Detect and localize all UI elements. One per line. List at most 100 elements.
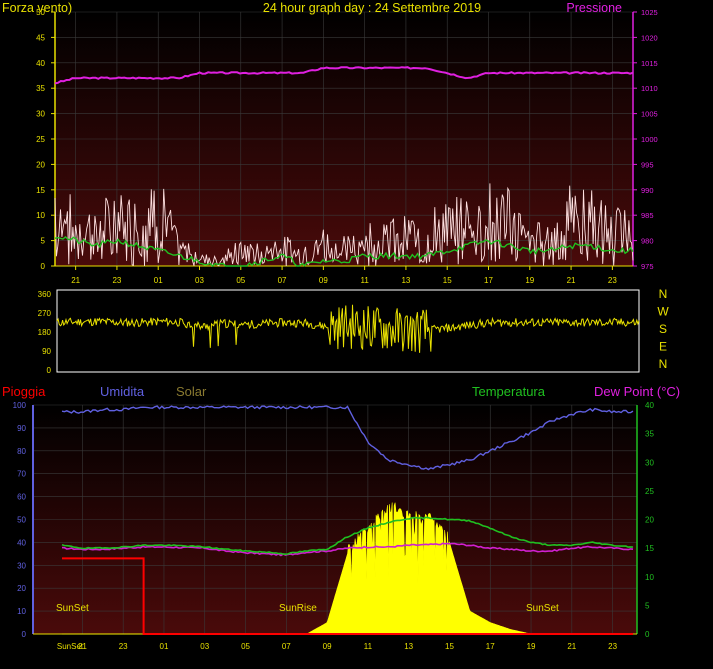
- weather-graph: 50454035302520151050 1025102010151010100…: [2, 1, 680, 651]
- solar-label: Solar: [176, 384, 207, 399]
- temperature-label: Temperatura: [472, 384, 546, 399]
- bottom-time-tick-label: 23: [119, 642, 128, 651]
- temperature-tick-label: 10: [645, 573, 654, 582]
- top-time-tick-label: 19: [525, 276, 534, 285]
- top-time-tick-label: 03: [195, 276, 204, 285]
- bottom-time-tick-label: 05: [241, 642, 250, 651]
- humidity-tick-label: 70: [17, 470, 26, 479]
- graph-title: 24 hour graph day : 24 Settembre 2019: [263, 1, 481, 15]
- humidity-tick-label: 80: [17, 447, 26, 456]
- humidity-tick-label: 30: [17, 561, 26, 570]
- temp-humidity-panel: 1009080706050403020100 4035302520151050 …: [2, 384, 680, 651]
- pressure-tick-label: 1000: [641, 135, 658, 144]
- top-time-tick-label: 05: [236, 276, 245, 285]
- rain-label: Pioggia: [2, 384, 46, 399]
- top-time-ticks: 21 23 01 03 05 07 09 11 13 15 17 19 21 23: [71, 266, 617, 285]
- pressure-tick-label: 980: [641, 237, 654, 246]
- pressure-tick-label: 1020: [641, 33, 658, 42]
- humidity-tick-label: 50: [17, 516, 26, 525]
- temperature-tick-label: 25: [645, 487, 654, 496]
- sunrise-annotation: SunRise: [279, 603, 317, 614]
- pressure-ticks: 1025 1020 1015 1010 1005 1000 995 990 985 980 975: [633, 8, 658, 271]
- top-time-tick-label: 15: [443, 276, 452, 285]
- humidity-ticks: 1009080706050403020100: [13, 401, 27, 639]
- top-time-tick-label: 17: [484, 276, 493, 285]
- bottom-time-tick-label: 23: [608, 642, 617, 651]
- bottom-time-tick-label: 19: [527, 642, 536, 651]
- direction-ticks: 360 270 180 90 0: [38, 290, 52, 375]
- compass-labels: NWSEN: [657, 287, 669, 371]
- bottom-time-tick-label: 15: [445, 642, 454, 651]
- humidity-tick-label: 0: [22, 630, 27, 639]
- compass-letter: N: [659, 287, 668, 301]
- pressure-tick-label: 985: [641, 211, 654, 220]
- wind-tick-label: 15: [36, 186, 45, 195]
- top-time-tick-label: 07: [278, 276, 287, 285]
- wind-direction-plot-area: [56, 289, 640, 373]
- pressure-tick-label: 1025: [641, 8, 658, 17]
- bottom-time-tick-label: 17: [486, 642, 495, 651]
- humidity-label: Umidita: [100, 384, 145, 399]
- compass-letter: S: [659, 322, 667, 336]
- wind-tick-label: 5: [41, 237, 46, 246]
- top-time-tick-label: 09: [319, 276, 328, 285]
- humidity-tick-label: 100: [13, 401, 27, 410]
- pressure-tick-label: 1015: [641, 59, 658, 68]
- bottom-time-tick-label: 09: [323, 642, 332, 651]
- sunset-annotation-2: SunSet: [526, 603, 559, 614]
- bottom-time-tick-label: 03: [200, 642, 209, 651]
- direction-tick-label: 90: [42, 347, 51, 356]
- top-time-tick-label: 23: [112, 276, 121, 285]
- temperature-tick-label: 5: [645, 601, 650, 610]
- wind-tick-label: 25: [36, 135, 45, 144]
- pressure-tick-label: 1010: [641, 84, 658, 93]
- direction-tick-label: 180: [38, 328, 52, 337]
- humidity-tick-label: 60: [17, 493, 26, 502]
- wind-tick-label: 0: [41, 262, 46, 271]
- temperature-tick-label: 0: [645, 630, 650, 639]
- wind-tick-label: 40: [36, 59, 45, 68]
- top-time-tick-label: 21: [567, 276, 576, 285]
- top-time-tick-label: 11: [360, 276, 369, 285]
- temperature-ticks: 40 35 30 25 20 15 10 5 0: [645, 401, 654, 639]
- bottom-time-ticks: SunSet21 23 01 03 05 07 09 11 13 15 17 19 21 23: [57, 642, 618, 651]
- top-time-tick-label: 13: [401, 276, 410, 285]
- sunset-annotation: SunSet: [56, 603, 89, 614]
- wind-tick-label: 10: [36, 211, 45, 220]
- temperature-tick-label: 30: [645, 458, 654, 467]
- wind-tick-label: 35: [36, 84, 45, 93]
- pressure-tick-label: 990: [641, 186, 654, 195]
- wind-ticks: 50454035302520151050: [36, 8, 55, 271]
- top-time-tick-label: 21: [71, 276, 80, 285]
- humidity-tick-label: 10: [17, 607, 26, 616]
- top-time-tick-label: 01: [154, 276, 163, 285]
- bottom-time-tick-label: 21: [567, 642, 576, 651]
- temperature-tick-label: 35: [645, 430, 654, 439]
- pressure-axis-label: Pressione: [566, 1, 622, 15]
- top-time-tick-label: 23: [608, 276, 617, 285]
- temperature-tick-label: 15: [645, 544, 654, 553]
- wind-axis-label: Forza vento): [2, 1, 72, 15]
- dew-point-label: Dew Point (°C): [594, 384, 680, 399]
- bottom-time-tick-label: 07: [282, 642, 291, 651]
- humidity-tick-label: 20: [17, 584, 26, 593]
- temperature-tick-label: 40: [645, 401, 654, 410]
- wind-tick-label: 20: [36, 160, 45, 169]
- compass-letter: W: [657, 305, 669, 319]
- pressure-tick-label: 995: [641, 160, 654, 169]
- wind-tick-label: 45: [36, 33, 45, 42]
- compass-letter: N: [659, 357, 668, 371]
- humidity-tick-label: 40: [17, 538, 26, 547]
- wind-direction-panel: 360270180900 NWSEN: [38, 287, 670, 375]
- bottom-time-tick-label: 13: [404, 642, 413, 651]
- bottom-time-tick-label: 11: [364, 642, 373, 651]
- humidity-tick-label: 90: [17, 424, 26, 433]
- wind-pressure-panel: 50454035302520151050 1025102010151010100…: [2, 1, 658, 285]
- compass-letter: E: [659, 340, 667, 354]
- wind-tick-label: 30: [36, 110, 45, 119]
- pressure-tick-label: 975: [641, 262, 654, 271]
- temperature-tick-label: 20: [645, 516, 654, 525]
- bottom-time-tick-label: 21: [78, 642, 87, 651]
- direction-tick-label: 0: [47, 366, 52, 375]
- direction-tick-label: 360: [38, 290, 52, 299]
